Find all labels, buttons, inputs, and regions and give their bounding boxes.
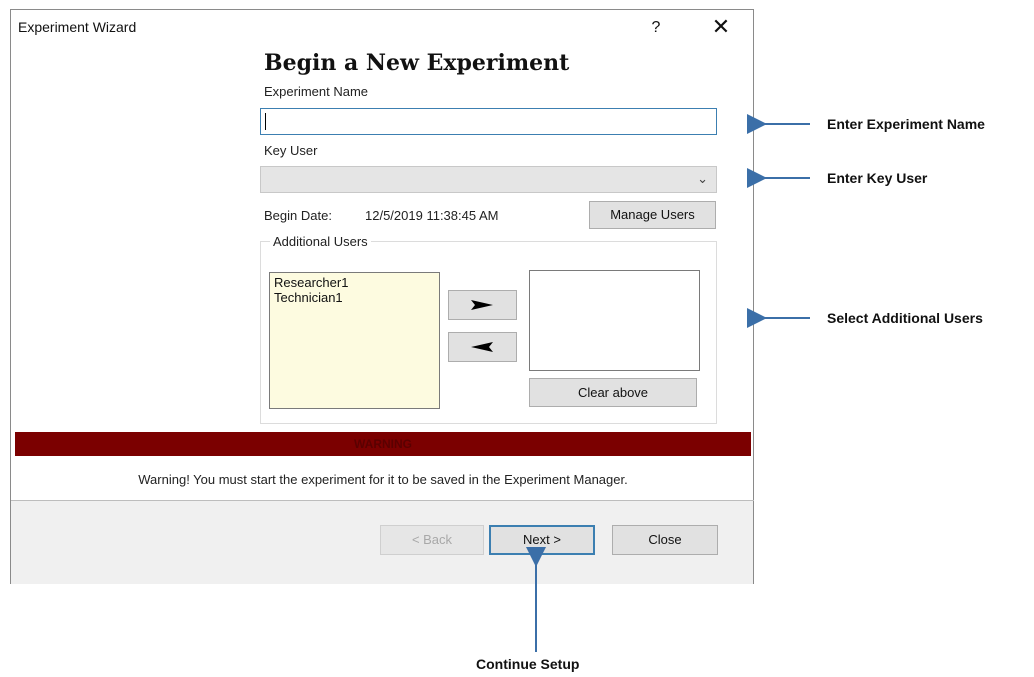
annotation-select-users: Select Additional Users	[827, 310, 983, 326]
annotation-enter-name: Enter Experiment Name	[827, 116, 985, 132]
annotation-enter-key-user: Enter Key User	[827, 170, 928, 186]
annotation-arrows	[526, 114, 810, 652]
annotation-continue: Continue Setup	[476, 656, 580, 672]
